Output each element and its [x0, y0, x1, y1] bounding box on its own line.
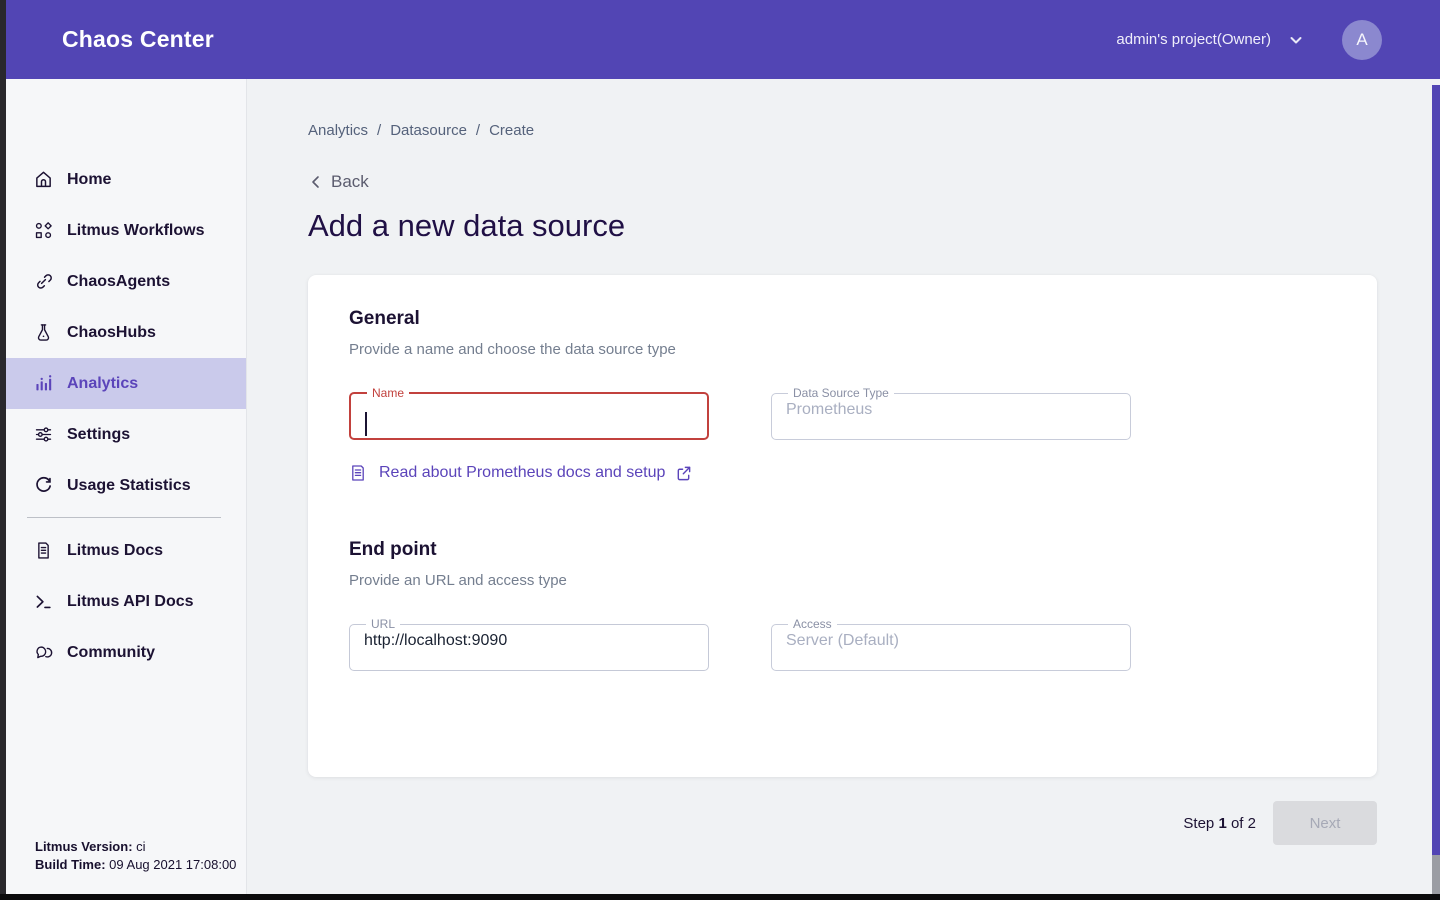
- next-button[interactable]: Next: [1273, 801, 1377, 845]
- general-subtitle: Provide a name and choose the data sourc…: [349, 341, 1336, 359]
- screen-bottom-border: [0, 894, 1440, 900]
- app-title: Chaos Center: [62, 26, 214, 53]
- prometheus-docs-link[interactable]: Read about Prometheus docs and setup: [349, 464, 692, 482]
- wizard-footer: Step 1 of 2 Next: [308, 801, 1377, 845]
- sidebar-divider: [27, 517, 221, 518]
- data-source-type-input[interactable]: [784, 399, 1118, 427]
- general-heading: General: [349, 308, 1336, 330]
- sidebar-item-label: Litmus Workflows: [67, 222, 205, 240]
- chevron-left-icon: [308, 174, 324, 190]
- external-link-icon: [675, 465, 692, 482]
- breadcrumb-analytics[interactable]: Analytics: [308, 122, 368, 139]
- name-field: Name: [349, 387, 709, 440]
- back-label: Back: [331, 172, 369, 192]
- step-indicator: Step 1 of 2: [1183, 815, 1256, 832]
- url-field: URL: [349, 618, 709, 671]
- access-field-label: Access: [788, 618, 837, 630]
- litmus-version-line: Litmus Version: ci: [35, 838, 236, 856]
- sidebar-item-label: Litmus API Docs: [67, 593, 194, 611]
- access-input[interactable]: [784, 630, 1118, 658]
- sidebar: Home Litmus Workflows ChaosAgents: [6, 79, 247, 894]
- sidebar-item-community[interactable]: Community: [6, 627, 246, 678]
- version-label: Litmus Version:: [35, 839, 133, 854]
- breadcrumb: Analytics / Datasource / Create: [308, 122, 1432, 139]
- sidebar-item-label: Home: [67, 171, 111, 189]
- home-icon: [33, 170, 53, 190]
- sidebar-nav: Home Litmus Workflows ChaosAgents: [6, 79, 246, 678]
- document-icon: [33, 541, 53, 561]
- build-label: Build Time:: [35, 857, 106, 872]
- step-total: of 2: [1231, 815, 1256, 832]
- build-time-line: Build Time: 09 Aug 2021 17:08:00: [35, 856, 236, 874]
- url-input[interactable]: [362, 630, 696, 658]
- data-source-type-label: Data Source Type: [788, 387, 894, 399]
- url-field-label: URL: [366, 618, 400, 630]
- docs-link-text: Read about Prometheus docs and setup: [379, 464, 665, 482]
- sidebar-item-chaosagents[interactable]: ChaosAgents: [6, 256, 246, 307]
- access-field: Access: [771, 618, 1131, 671]
- app-header: Chaos Center admin's project(Owner) A: [0, 0, 1440, 79]
- avatar[interactable]: A: [1342, 20, 1382, 60]
- build-value: 09 Aug 2021 17:08:00: [109, 857, 236, 872]
- flask-icon: [33, 323, 53, 343]
- sidebar-item-analytics[interactable]: Analytics: [6, 358, 246, 409]
- name-input[interactable]: [363, 399, 695, 427]
- document-icon: [349, 464, 367, 482]
- scrollbar-lower-segment: [1432, 855, 1440, 894]
- step-word: Step: [1183, 815, 1214, 832]
- datasource-form-card: General Provide a name and choose the da…: [308, 275, 1377, 777]
- refresh-icon: [33, 476, 53, 496]
- back-button[interactable]: Back: [308, 171, 369, 193]
- breadcrumb-separator: /: [377, 122, 381, 139]
- sidebar-item-label: Community: [67, 644, 155, 662]
- sidebar-item-usage-statistics[interactable]: Usage Statistics: [6, 460, 246, 511]
- chat-bubbles-icon: [33, 643, 53, 663]
- data-source-type-field: Data Source Type: [771, 387, 1131, 440]
- breadcrumb-datasource[interactable]: Datasource: [390, 122, 467, 139]
- sidebar-item-litmus-api-docs[interactable]: Litmus API Docs: [6, 576, 246, 627]
- sidebar-item-label: Settings: [67, 426, 130, 444]
- sliders-icon: [33, 425, 53, 445]
- workflows-icon: [33, 221, 53, 241]
- main-content: Analytics / Datasource / Create Back Add…: [247, 79, 1432, 894]
- terminal-icon: [33, 592, 53, 612]
- sidebar-item-chaoshubs[interactable]: ChaosHubs: [6, 307, 246, 358]
- step-current: 1: [1218, 815, 1226, 832]
- breadcrumb-create: Create: [489, 122, 534, 139]
- sidebar-item-label: Litmus Docs: [67, 542, 163, 560]
- scrollbar-thumb[interactable]: [1432, 85, 1440, 855]
- link-icon: [33, 272, 53, 292]
- endpoint-heading: End point: [349, 539, 1336, 561]
- endpoint-section: End point Provide an URL and access type…: [349, 539, 1336, 671]
- sidebar-item-litmus-workflows[interactable]: Litmus Workflows: [6, 205, 246, 256]
- header-right: admin's project(Owner) A: [1116, 20, 1382, 60]
- sidebar-item-label: ChaosHubs: [67, 324, 156, 342]
- breadcrumb-separator: /: [476, 122, 480, 139]
- sidebar-item-label: Analytics: [67, 375, 138, 393]
- sidebar-item-label: Usage Statistics: [67, 477, 191, 495]
- general-fields-row: Name Data Source Type: [349, 387, 1336, 440]
- sidebar-item-home[interactable]: Home: [6, 154, 246, 205]
- text-caret: [365, 412, 367, 436]
- endpoint-subtitle: Provide an URL and access type: [349, 572, 1336, 590]
- sidebar-item-litmus-docs[interactable]: Litmus Docs: [6, 525, 246, 576]
- version-info: Litmus Version: ci Build Time: 09 Aug 20…: [35, 838, 236, 874]
- version-value: ci: [136, 839, 145, 854]
- bar-chart-icon: [33, 374, 53, 394]
- chevron-down-icon[interactable]: [1288, 32, 1304, 48]
- scrollbar-track: [1432, 79, 1440, 894]
- name-field-label: Name: [367, 387, 409, 399]
- screen-left-border: [0, 0, 6, 900]
- project-selector[interactable]: admin's project(Owner): [1116, 31, 1271, 48]
- page-title: Add a new data source: [308, 207, 1432, 245]
- sidebar-item-settings[interactable]: Settings: [6, 409, 246, 460]
- endpoint-fields-row: URL Access: [349, 618, 1336, 671]
- sidebar-item-label: ChaosAgents: [67, 273, 170, 291]
